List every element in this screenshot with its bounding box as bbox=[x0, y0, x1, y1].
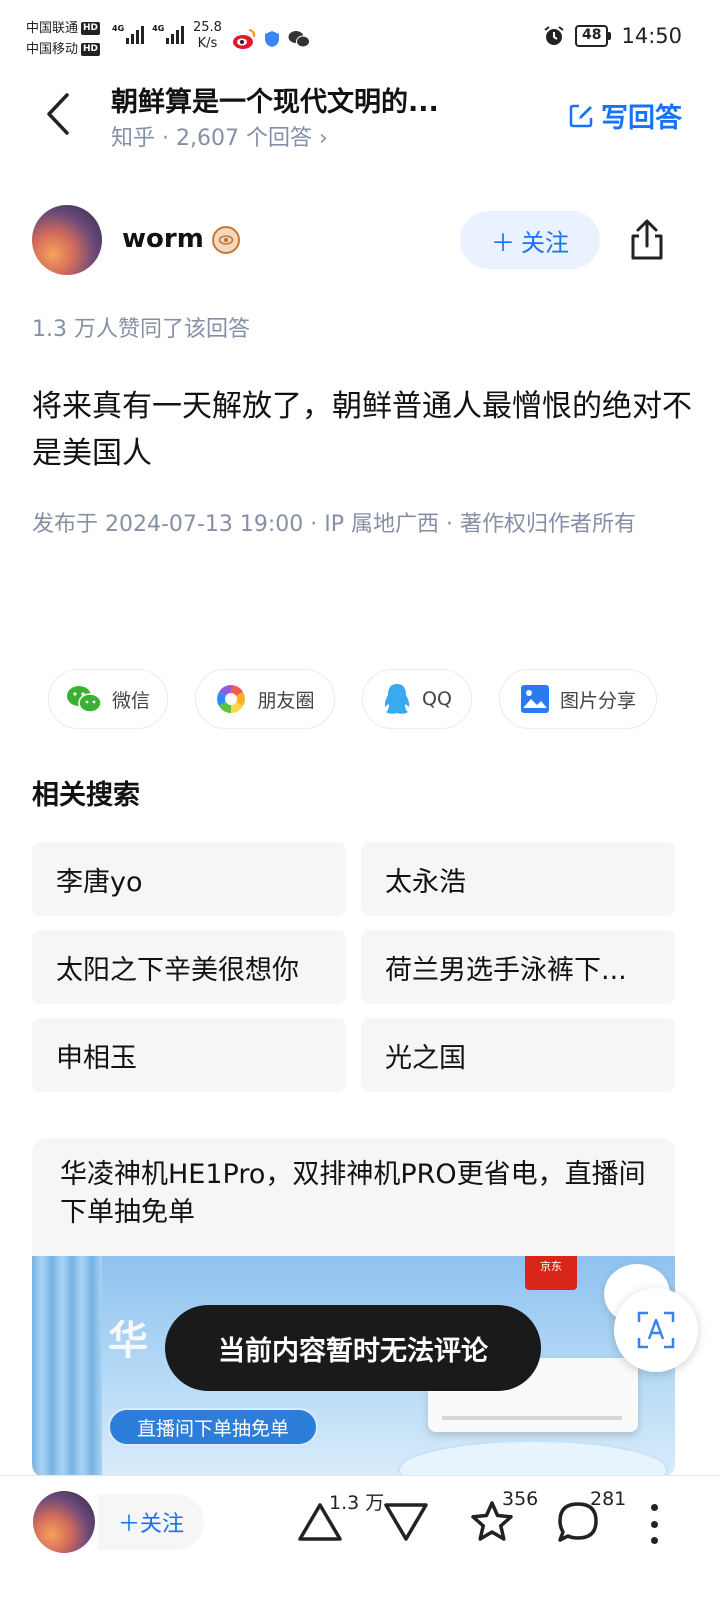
bottom-action-bar: ＋ 关注 1.3 万 356 281 bbox=[0, 1475, 720, 1600]
moments-icon bbox=[217, 685, 246, 713]
alarm-icon bbox=[544, 26, 564, 45]
network-speed: 25.8 K/s bbox=[193, 20, 222, 51]
upvote-count: 1.3 万 bbox=[329, 1492, 385, 1514]
answer-meta: 发布于 2024-07-13 19:00 · IP 属地广西 · 著作权归作者所… bbox=[32, 512, 636, 537]
share-moments-button[interactable]: 朋友圈 bbox=[195, 669, 335, 729]
bottom-author-avatar[interactable] bbox=[33, 1491, 95, 1553]
bottom-follow-button[interactable]: ＋ 关注 bbox=[98, 1494, 204, 1550]
jd-logo: 京东 bbox=[525, 1256, 577, 1290]
hd-badge: HD bbox=[81, 43, 101, 56]
clock: 14:50 bbox=[621, 24, 682, 48]
share-wechat-label: 微信 bbox=[111, 689, 150, 712]
wechat-icon bbox=[66, 686, 102, 713]
related-search-item[interactable]: 荷兰男选手泳裤下... bbox=[361, 930, 675, 1004]
qq-icon bbox=[384, 684, 410, 714]
share-image-button[interactable]: 图片分享 bbox=[499, 669, 657, 729]
hd-badge: HD bbox=[81, 22, 101, 35]
share-qq-label: QQ bbox=[422, 688, 452, 710]
plus-icon: ＋ bbox=[117, 1512, 140, 1537]
status-bar: 中国联通 HD 中国移动 HD 4G 4G 25.8 K/s 48 14:50 bbox=[0, 0, 720, 78]
image-icon bbox=[520, 685, 549, 713]
carrier-1: 中国联通 bbox=[26, 21, 79, 36]
share-icon bbox=[631, 219, 663, 260]
related-search-item[interactable]: 太永浩 bbox=[361, 842, 675, 916]
notification-icons bbox=[232, 28, 310, 50]
shield-icon bbox=[265, 31, 279, 47]
badge-icon bbox=[212, 226, 240, 254]
related-search-item[interactable]: 申相玉 bbox=[32, 1018, 346, 1092]
share-image-label: 图片分享 bbox=[559, 689, 636, 712]
share-button[interactable] bbox=[626, 218, 668, 262]
status-right: 48 14:50 bbox=[543, 24, 682, 48]
ad-text: 华凌神机HE1Pro，双排神机PRO更省电，直播间下单抽免单 bbox=[60, 1159, 646, 1228]
wechat-icon bbox=[288, 31, 310, 48]
battery-icon: 48 bbox=[574, 25, 612, 47]
chevron-left-icon bbox=[47, 93, 69, 135]
write-answer-button[interactable]: 写回答 bbox=[567, 96, 682, 135]
triangle-down-icon bbox=[384, 1503, 428, 1541]
signal-icon: 4G bbox=[152, 24, 185, 44]
bottom-follow-label: 关注 bbox=[140, 1512, 185, 1537]
write-answer-label: 写回答 bbox=[601, 103, 682, 134]
question-title[interactable]: 朝鲜算是一个现代文明的... bbox=[111, 80, 491, 119]
edit-icon bbox=[569, 104, 593, 127]
carrier-2: 中国移动 bbox=[26, 42, 79, 57]
dot bbox=[650, 1537, 658, 1544]
share-moments-label: 朋友圈 bbox=[257, 689, 315, 712]
back-button[interactable] bbox=[38, 90, 78, 138]
related-search-title: 相关搜索 bbox=[32, 780, 140, 811]
favorite-count: 356 bbox=[502, 1488, 539, 1510]
weibo-icon bbox=[233, 29, 256, 49]
related-search-item[interactable]: 太阳之下辛美很想你 bbox=[32, 930, 346, 1004]
toast-message: 当前内容暂时无法评论 bbox=[165, 1305, 541, 1391]
author-avatar[interactable] bbox=[32, 205, 102, 275]
answer-content: 将来真有一天解放了，朝鲜普通人最憎恨的绝对不是美国人 bbox=[32, 389, 692, 471]
downvote-button[interactable] bbox=[382, 1498, 430, 1546]
comment-count: 281 bbox=[590, 1488, 627, 1510]
more-button[interactable] bbox=[646, 1504, 662, 1544]
follow-label: 关注 bbox=[521, 228, 569, 257]
text-recognition-icon bbox=[637, 1311, 675, 1349]
related-search-item[interactable]: 光之国 bbox=[361, 1018, 675, 1092]
carrier-info: 中国联通 HD 中国移动 HD bbox=[26, 18, 101, 60]
follow-button[interactable]: ＋ 关注 bbox=[460, 211, 600, 269]
question-subtitle[interactable]: 知乎 · 2,607 个回答 › bbox=[111, 120, 328, 152]
signal-icons: 4G 4G bbox=[112, 24, 185, 44]
translate-button[interactable] bbox=[614, 1288, 698, 1372]
share-qq-button[interactable]: QQ bbox=[362, 669, 472, 729]
agree-count: 1.3 万人赞同了该回答 bbox=[32, 317, 250, 342]
ad-banner: 直播间下单抽免单 bbox=[108, 1408, 318, 1446]
dot bbox=[650, 1504, 658, 1511]
related-search-item[interactable]: 李唐yo bbox=[32, 842, 346, 916]
dot bbox=[650, 1520, 658, 1528]
author-name[interactable]: worm bbox=[122, 224, 204, 254]
plus-icon: ＋ bbox=[491, 228, 515, 257]
pedestal-decoration bbox=[398, 1440, 668, 1478]
share-wechat-button[interactable]: 微信 bbox=[48, 669, 168, 729]
curtain-decoration bbox=[32, 1256, 102, 1478]
signal-icon: 4G bbox=[112, 24, 145, 44]
